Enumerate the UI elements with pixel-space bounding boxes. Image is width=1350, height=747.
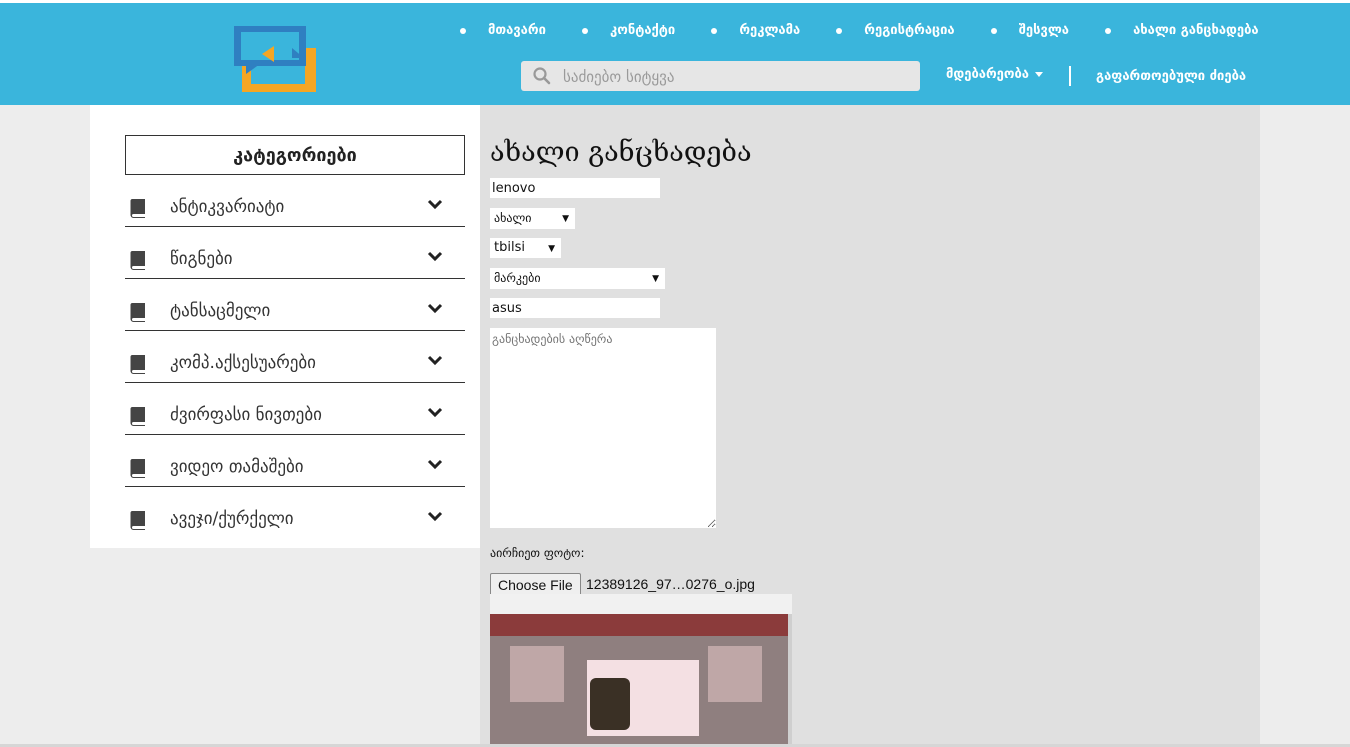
description-textarea[interactable] (490, 328, 716, 528)
category-item-antiques[interactable]: ანტიკვარიატი (125, 175, 465, 227)
city-select[interactable]: tbilsi ▼ (490, 238, 561, 258)
chevron-down-icon[interactable] (427, 355, 443, 367)
header-divider (1069, 66, 1071, 86)
nav-register[interactable]: რეგისტრაცია (836, 23, 955, 38)
book-icon (130, 511, 145, 530)
new-ad-form: ახალი განცხადება ახალი▼ tbilsi▼ მარკები▼… (480, 105, 1260, 747)
dropdown-arrow-icon: ▼ (548, 244, 555, 254)
category-item-computer-accessories[interactable]: კომპ.აქსესუარები (125, 331, 465, 383)
bullet-icon (836, 27, 843, 34)
bullet-icon (460, 27, 466, 34)
search-icon[interactable] (533, 67, 551, 85)
preview-card (708, 646, 762, 702)
nav-login[interactable]: შესვლა (990, 23, 1069, 38)
book-icon (130, 251, 145, 270)
category-label: ანტიკვარიატი (170, 197, 285, 217)
category-item-valuables[interactable]: ძვირფასი ნივთები (125, 383, 465, 435)
chevron-down-icon[interactable] (427, 511, 443, 523)
book-icon (130, 407, 145, 426)
photo-preview (490, 594, 792, 747)
location-dropdown[interactable]: მდებარეობა (946, 67, 1043, 82)
nav-contact[interactable]: კონტაქტი (582, 23, 675, 38)
category-label: ვიდეო თამაშები (170, 457, 304, 477)
chevron-down-icon[interactable] (427, 251, 443, 263)
site-logo[interactable] (232, 24, 318, 94)
nav-home[interactable]: მთავარი (460, 23, 546, 38)
site-header: მთავარი კონტაქტი რეკლამა რეგისტრაცია შეს… (0, 3, 1350, 105)
category-item-clothing[interactable]: ტანსაცმელი (125, 279, 465, 331)
category-label: ძვირფასი ნივთები (170, 405, 322, 425)
category-sidebar: კატეგორიები ანტიკვარიატი წიგნები ტანსაცმ… (90, 105, 480, 548)
search-box (521, 61, 920, 91)
categories-title: კატეგორიები (125, 135, 465, 175)
category-item-books[interactable]: წიგნები (125, 227, 465, 279)
nav-ads[interactable]: რეკლამა (711, 23, 800, 38)
dropdown-arrow-icon: ▼ (562, 214, 569, 224)
main-nav: მთავარი კონტაქტი რეკლამა რეგისტრაცია შეს… (460, 19, 1259, 43)
chevron-down-icon[interactable] (427, 303, 443, 315)
book-icon (130, 199, 145, 218)
category-item-video-games[interactable]: ვიდეო თამაშები (125, 435, 465, 487)
preview-scrollbar (788, 614, 792, 747)
category-label: ავეჯი/ქურქელი (170, 509, 294, 529)
category-select[interactable]: მარკები ▼ (490, 268, 665, 289)
book-icon (130, 303, 145, 322)
chevron-down-icon[interactable] (427, 407, 443, 419)
choose-file-button[interactable]: Choose File (490, 573, 581, 596)
chevron-down-icon[interactable] (427, 459, 443, 471)
page-title: ახალი განცხადება (490, 137, 752, 168)
search-input[interactable] (561, 65, 905, 89)
preview-header (490, 614, 788, 636)
book-icon (130, 355, 145, 374)
photo-label: აირჩიეთ ფოტო: (490, 546, 585, 560)
dropdown-arrow-icon: ▼ (652, 274, 659, 284)
selected-file-name: 12389126_97…0276_o.jpg (586, 576, 755, 592)
bullet-icon (582, 27, 589, 34)
preview-photo (590, 678, 630, 730)
bullet-icon (711, 27, 718, 34)
condition-select[interactable]: ახალი ▼ (490, 208, 575, 229)
bullet-icon (1105, 27, 1112, 34)
category-label: კომპ.აქსესუარები (170, 353, 316, 373)
bullet-icon (990, 27, 997, 34)
ad-title-input[interactable] (490, 178, 660, 198)
advanced-search-link[interactable]: გაფართოებული ძიება (1096, 69, 1246, 84)
category-item-furniture[interactable]: ავეჯი/ქურქელი (125, 487, 465, 538)
caret-down-icon (1035, 72, 1043, 77)
book-icon (130, 459, 145, 478)
category-list: ანტიკვარიატი წიგნები ტანსაცმელი კომპ.აქს… (125, 175, 465, 538)
preview-browser-bar (490, 594, 792, 615)
nav-new-ad[interactable]: ახალი განცხადება (1105, 23, 1259, 38)
chevron-down-icon[interactable] (427, 199, 443, 211)
category-label: წიგნები (170, 249, 233, 269)
category-label: ტანსაცმელი (170, 301, 271, 321)
brand-input[interactable] (490, 298, 660, 318)
preview-card (510, 646, 564, 702)
